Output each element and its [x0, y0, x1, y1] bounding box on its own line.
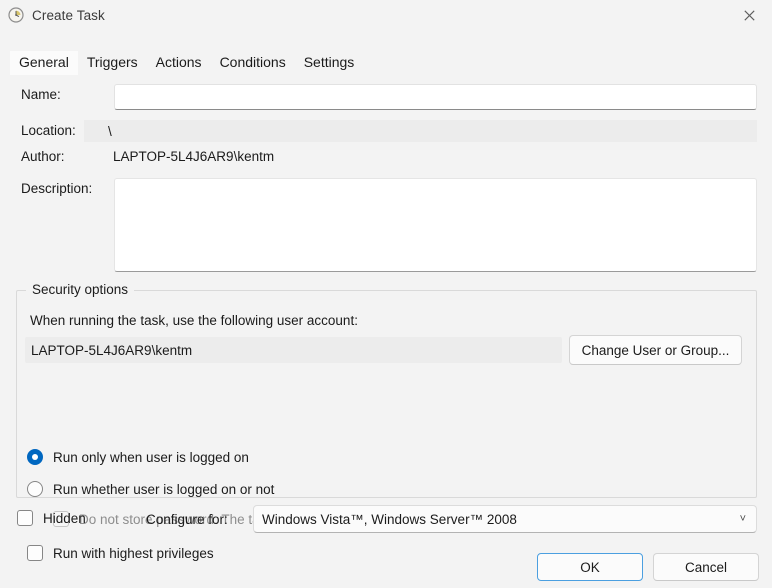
description-label: Description: — [21, 181, 92, 196]
radio-label-logged-on: Run only when user is logged on — [53, 450, 249, 465]
ok-button[interactable]: OK — [537, 553, 643, 581]
checkbox-run-with-highest-privileges[interactable]: Run with highest privileges — [27, 545, 214, 561]
cancel-button[interactable]: Cancel — [653, 553, 759, 581]
radio-run-whether-logged-on-or-not[interactable]: Run whether user is logged on or not — [27, 481, 274, 497]
tab-triggers[interactable]: Triggers — [78, 51, 147, 75]
author-value: LAPTOP-5L4J6AR9\kentm — [113, 149, 274, 164]
radio-indicator-logged-on[interactable] — [27, 449, 43, 465]
checkbox-hidden[interactable]: Hidden — [17, 510, 86, 526]
radio-indicator-logged-on-or-not[interactable] — [27, 481, 43, 497]
name-label: Name: — [21, 87, 61, 102]
checkbox-label-hidden: Hidden — [43, 511, 86, 526]
change-user-or-group-button[interactable]: Change User or Group... — [569, 335, 742, 365]
configure-for-select[interactable]: Windows Vista™, Windows Server™ 2008 ˅ — [253, 505, 757, 533]
author-label: Author: — [21, 149, 65, 164]
location-label-row: Location: — [21, 123, 76, 138]
security-account-prompt: When running the task, use the following… — [30, 313, 358, 328]
description-label-row: Description: — [21, 181, 92, 196]
tab-general[interactable]: General — [10, 51, 78, 75]
configure-for-label: Configure for: — [146, 512, 228, 527]
close-icon[interactable] — [726, 0, 772, 30]
security-options-title: Security options — [26, 282, 134, 297]
checkbox-indicator-hidden[interactable] — [17, 510, 33, 526]
user-account-field[interactable]: LAPTOP-5L4J6AR9\kentm — [25, 337, 562, 363]
window-title: Create Task — [32, 8, 105, 23]
tab-conditions[interactable]: Conditions — [211, 51, 295, 75]
title-bar: Create Task — [0, 0, 772, 30]
chevron-down-icon: ˅ — [740, 513, 746, 525]
clock-icon — [8, 7, 24, 23]
location-value: \ — [84, 120, 757, 142]
checkbox-indicator-highest-privileges[interactable] — [27, 545, 43, 561]
configure-for-value: Windows Vista™, Windows Server™ 2008 — [262, 512, 740, 527]
name-input[interactable] — [114, 84, 757, 110]
name-label-row: Name: — [21, 87, 61, 102]
general-tab-panel: Name: Location: \ Author: LAPTOP-5L4J6AR… — [0, 78, 772, 538]
radio-run-only-when-logged-on[interactable]: Run only when user is logged on — [27, 449, 249, 465]
tab-strip: General Triggers Actions Conditions Sett… — [0, 46, 772, 74]
author-label-row: Author: — [21, 149, 65, 164]
checkbox-label-highest-privileges: Run with highest privileges — [53, 546, 214, 561]
radio-label-logged-on-or-not: Run whether user is logged on or not — [53, 482, 274, 497]
location-label: Location: — [21, 123, 76, 138]
tab-settings[interactable]: Settings — [295, 51, 364, 75]
description-input[interactable] — [114, 178, 757, 272]
tab-actions[interactable]: Actions — [147, 51, 211, 75]
